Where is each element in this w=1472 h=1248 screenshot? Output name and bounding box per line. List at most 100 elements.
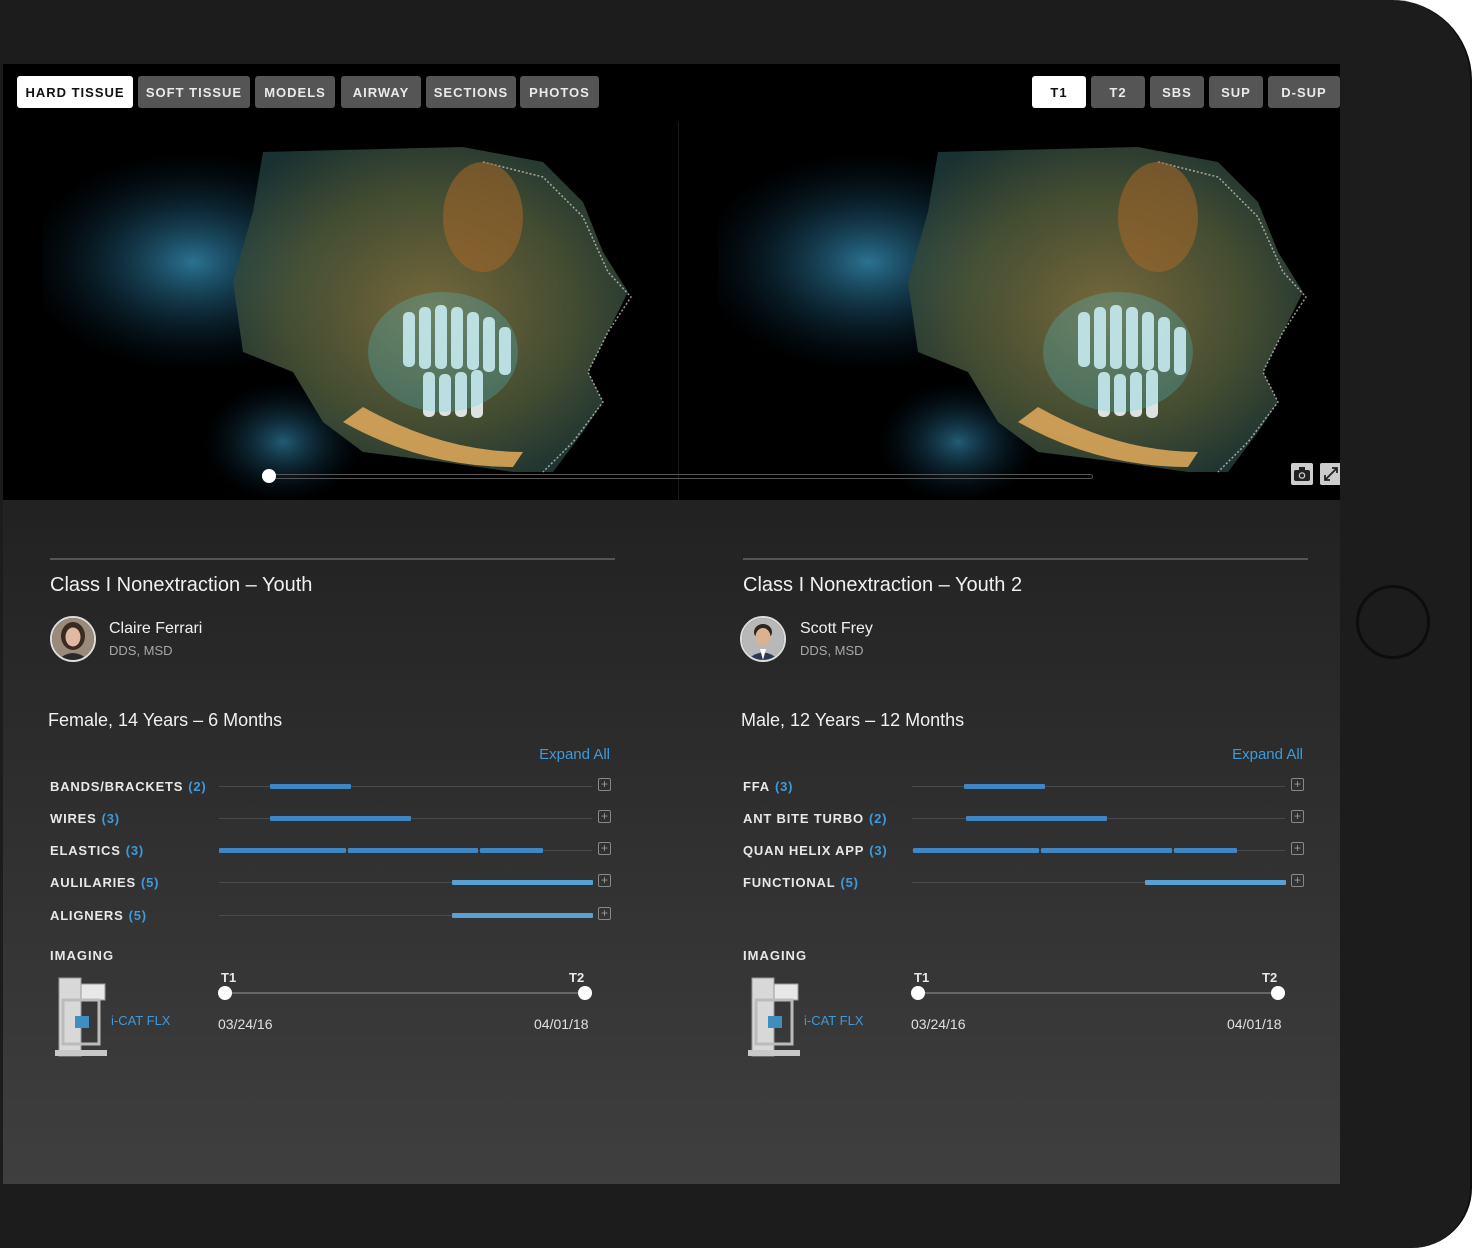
t1-date: 03/24/16 [218, 1016, 273, 1032]
imaging-device-link[interactable]: i-CAT FLX [111, 1013, 170, 1028]
panel-divider [743, 558, 1308, 560]
treatment-label: BANDS/BRACKETS [50, 779, 184, 794]
treatment-row-bands-brackets[interactable]: BANDS/BRACKETS (2) + [50, 777, 615, 797]
rotation-scrubber-track[interactable] [271, 474, 1093, 479]
t1-label: T1 [221, 970, 237, 985]
treatment-bar [964, 784, 1045, 789]
scan-viewer[interactable]: HARD TISSUE SOFT TISSUE MODELS AIRWAY SE… [3, 64, 1340, 500]
fullscreen-icon[interactable] [1320, 463, 1340, 485]
imaging-device-link[interactable]: i-CAT FLX [804, 1013, 863, 1028]
treatment-bar [1174, 848, 1237, 853]
expand-row-icon[interactable]: + [598, 810, 611, 823]
treatment-count: (3) [869, 843, 888, 858]
cbct-machine-icon[interactable] [746, 976, 804, 1058]
t2-date: 04/01/18 [1227, 1016, 1282, 1032]
tab-photos[interactable]: PHOTOS [520, 76, 599, 108]
doctor-credentials: DDS, MSD [109, 643, 173, 658]
t2-label: T2 [569, 970, 585, 985]
t1-marker[interactable] [218, 986, 232, 1000]
imaging-timeline [918, 992, 1279, 994]
treatment-label: WIRES [50, 811, 97, 826]
treatment-label: FUNCTIONAL [743, 875, 836, 890]
treatment-count: (2) [188, 779, 207, 794]
treatment-bar [966, 816, 1107, 821]
expand-row-icon[interactable]: + [598, 842, 611, 855]
avatar[interactable] [50, 616, 96, 662]
app-screen: HARD TISSUE SOFT TISSUE MODELS AIRWAY SE… [3, 64, 1340, 1184]
tab-sections[interactable]: SECTIONS [426, 76, 516, 108]
mode-sbs[interactable]: SBS [1150, 76, 1204, 108]
treatment-label: ALIGNERS [50, 908, 124, 923]
camera-icon[interactable] [1291, 463, 1313, 485]
t2-date: 04/01/18 [534, 1016, 589, 1032]
expand-row-icon[interactable]: + [1291, 810, 1304, 823]
tab-models[interactable]: MODELS [255, 76, 335, 108]
imaging-heading: IMAGING [743, 948, 808, 963]
treatment-bar [1145, 880, 1286, 885]
mode-t2[interactable]: T2 [1091, 76, 1145, 108]
treatment-bar [452, 880, 593, 885]
avatar[interactable] [740, 616, 786, 662]
t1-label: T1 [914, 970, 930, 985]
treatment-count: (5) [128, 908, 147, 923]
viewer-divider [678, 122, 679, 500]
patient-demographics: Male, 12 Years – 12 Months [741, 710, 965, 730]
treatment-count: (3) [774, 779, 794, 794]
tab-airway[interactable]: AIRWAY [341, 76, 421, 108]
tab-hard-tissue[interactable]: HARD TISSUE [17, 76, 133, 108]
treatment-label: AULILARIES [50, 875, 136, 890]
scan-image-t1 [43, 147, 632, 500]
doctor-name: Claire Ferrari [109, 620, 203, 637]
case-title: Class I Nonextraction – Youth 2 [743, 574, 1023, 596]
t2-label: T2 [1262, 970, 1278, 985]
treatment-row-functional[interactable]: FUNCTIONAL (5) + [743, 873, 1308, 893]
treatment-row-ant-bite-turbo[interactable]: ANT BITE TURBO (2) + [743, 809, 1308, 829]
treatment-count: (5) [840, 875, 859, 890]
expand-row-icon[interactable]: + [598, 874, 611, 887]
expand-all-link[interactable]: Expand All [1232, 746, 1303, 763]
tab-soft-tissue[interactable]: SOFT TISSUE [138, 76, 250, 108]
treatment-row-elastics[interactable]: ELASTICS (3) + [50, 841, 615, 861]
treatment-label: ANT BITE TURBO [743, 811, 864, 826]
mode-d-sup[interactable]: D-SUP [1268, 76, 1340, 108]
t2-marker[interactable] [578, 986, 592, 1000]
imaging-heading: IMAGING [50, 948, 115, 963]
home-button[interactable] [1356, 585, 1430, 659]
imaging-timeline [225, 992, 586, 994]
treatment-label: FFA [743, 779, 770, 794]
treatment-count: (3) [101, 811, 120, 826]
doctor-name: Scott Frey [800, 620, 873, 637]
treatment-row-quan-helix-app[interactable]: QUAN HELIX APP (3) + [743, 841, 1308, 861]
treatment-row-ffa[interactable]: FFA (3) + [743, 777, 1308, 797]
expand-row-icon[interactable]: + [1291, 842, 1304, 855]
treatment-bar [348, 848, 478, 853]
t1-marker[interactable] [911, 986, 925, 1000]
expand-row-icon[interactable]: + [1291, 874, 1304, 887]
case-title: Class I Nonextraction – Youth [50, 574, 313, 596]
expand-row-icon[interactable]: + [1291, 778, 1304, 791]
treatment-count: (5) [141, 875, 160, 890]
doctor-credentials: DDS, MSD [800, 643, 864, 658]
cbct-machine-icon[interactable] [53, 976, 111, 1058]
expand-all-link[interactable]: Expand All [539, 746, 610, 763]
treatment-row-aulilaries[interactable]: AULILARIES (5) + [50, 873, 615, 893]
treatment-bar [480, 848, 543, 853]
treatment-count: (2) [868, 811, 888, 826]
rotation-scrubber-handle[interactable] [262, 469, 276, 483]
treatment-row-aligners[interactable]: ALIGNERS (5) + [50, 906, 615, 926]
treatment-bar [452, 913, 593, 918]
treatment-count: (3) [125, 843, 144, 858]
patient-demographics: Female, 14 Years – 6 Months [48, 710, 283, 730]
expand-row-icon[interactable]: + [598, 778, 611, 791]
panel-divider [50, 558, 615, 560]
expand-row-icon[interactable]: + [598, 907, 611, 920]
treatment-label: ELASTICS [50, 843, 121, 858]
mode-t1[interactable]: T1 [1032, 76, 1086, 108]
t2-marker[interactable] [1271, 986, 1285, 1000]
treatment-row-wires[interactable]: WIRES (3) + [50, 809, 615, 829]
mode-sup[interactable]: SUP [1209, 76, 1263, 108]
treatment-bar [219, 848, 346, 853]
treatment-label: QUAN HELIX APP [743, 843, 865, 858]
treatment-bar [913, 848, 1039, 853]
treatment-bar [270, 784, 351, 789]
